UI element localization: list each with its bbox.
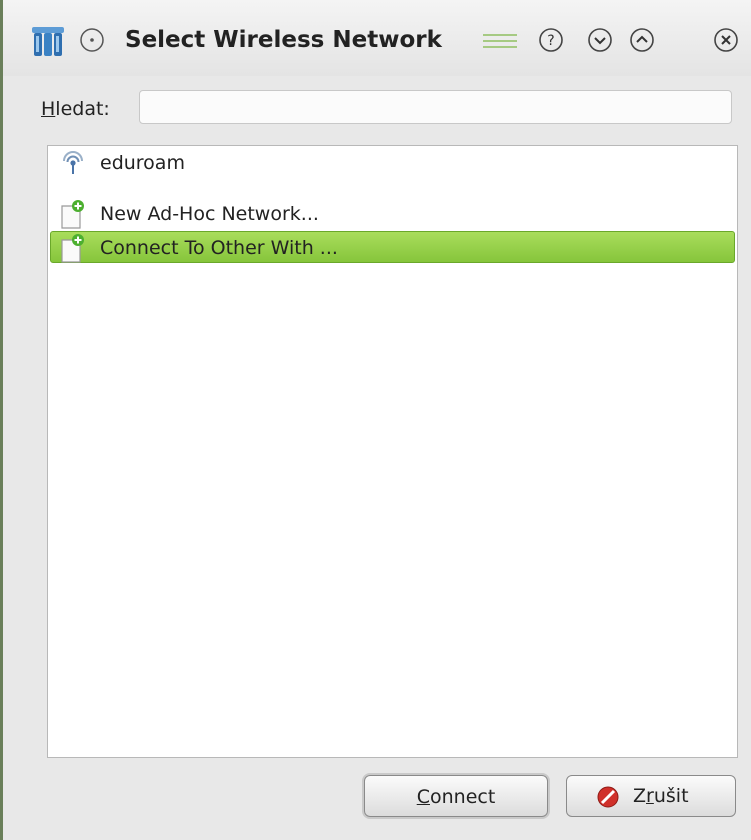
search-label-accel: H [41, 98, 56, 120]
search-input[interactable] [139, 90, 732, 124]
network-list[interactable]: eduroam New Ad-Hoc Network... Connect To… [47, 145, 738, 758]
network-name: New Ad-Hoc Network... [100, 203, 319, 225]
cancel-label: Zrušit [633, 776, 689, 816]
window-title: Select Wireless Network [125, 27, 442, 53]
svg-text:?: ? [547, 33, 554, 49]
drag-grip-icon[interactable] [479, 28, 519, 54]
connect-label: onnect [429, 786, 496, 808]
cancel-label-pre: Z [633, 785, 647, 807]
window-menu-button[interactable] [79, 27, 105, 53]
search-label-text: ledat: [55, 98, 110, 120]
app-icon [32, 27, 64, 56]
new-document-add-icon [61, 200, 84, 229]
network-item-eduroam[interactable]: eduroam [50, 147, 735, 179]
cancel-button[interactable]: Zrušit [566, 775, 736, 817]
title-bar[interactable]: Select Wireless Network ? [3, 0, 751, 76]
cancel-label-rest: ušit [653, 785, 689, 807]
new-document-add-icon [61, 234, 84, 263]
maximize-button[interactable] [629, 27, 655, 53]
connect-button[interactable]: Connect [364, 775, 548, 817]
network-name: eduroam [100, 152, 185, 174]
connect-accel: C [416, 786, 430, 808]
wifi-signal-icon [63, 151, 83, 174]
close-button[interactable] [713, 27, 739, 53]
network-name: Connect To Other With ... [100, 237, 338, 259]
search-label: Hledat: [41, 94, 110, 124]
dialog-window: Select Wireless Network ? Hledat: eduroa… [0, 0, 751, 840]
network-item-new-adhoc[interactable]: New Ad-Hoc Network... [50, 198, 735, 230]
help-button[interactable]: ? [538, 27, 564, 53]
minimize-button[interactable] [587, 27, 613, 53]
cancel-accel: r [646, 785, 654, 807]
cancel-icon [597, 786, 619, 808]
network-item-connect-other[interactable]: Connect To Other With ... [50, 231, 735, 263]
